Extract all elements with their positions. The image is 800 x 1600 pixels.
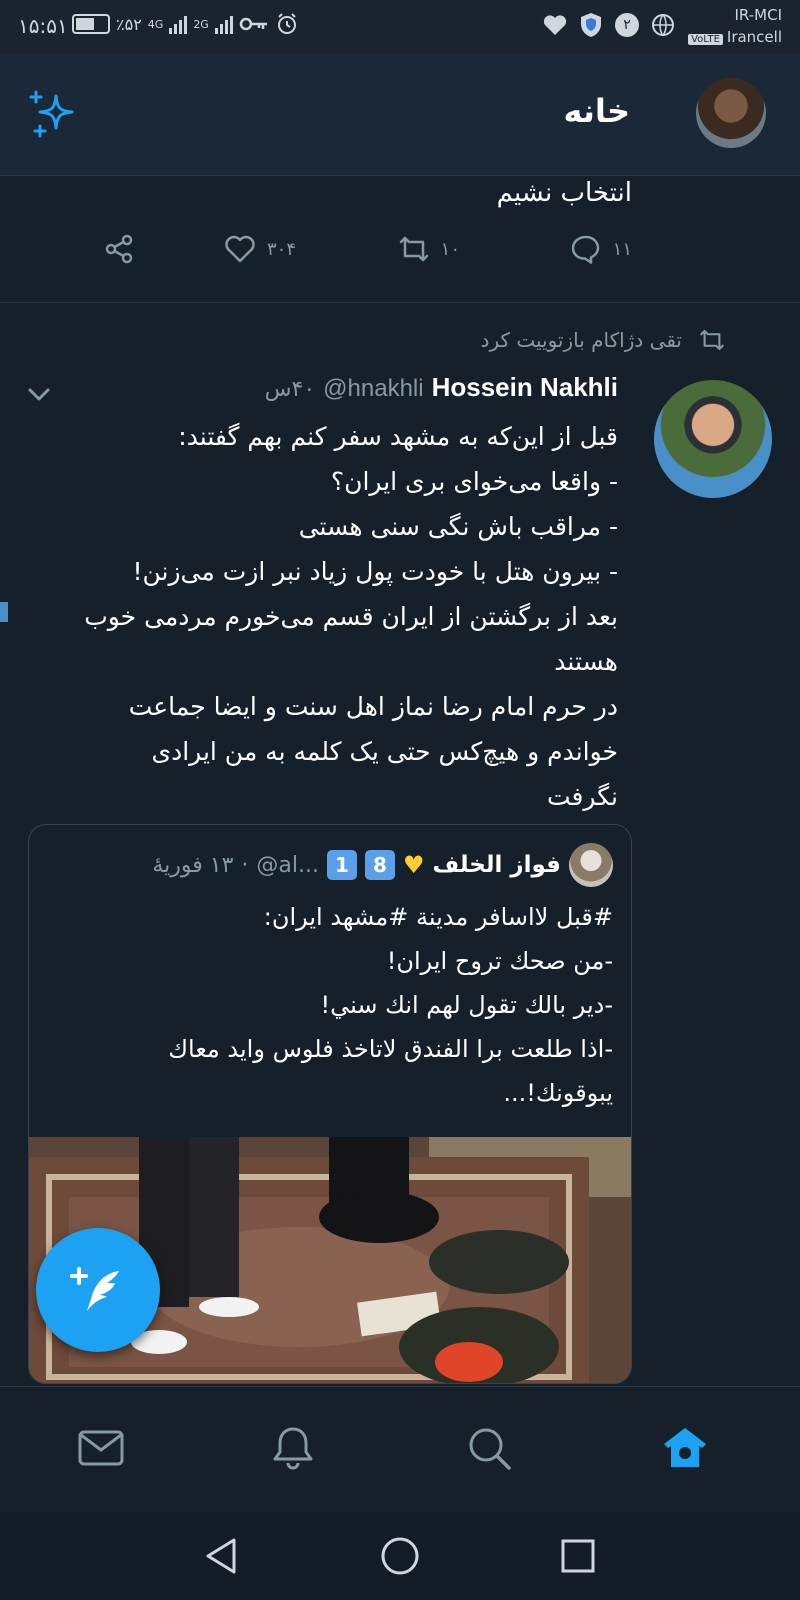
search-icon [469,1428,511,1470]
tweet-divider [0,302,800,303]
retweet-context[interactable]: تقی دژاکام بازتوییت کرد [480,328,724,352]
carrier-info: IR-MCI VoLTE Irancell [688,4,782,51]
share-icon [105,234,133,264]
sparkle-icon[interactable] [26,88,80,142]
android-nav-bar [0,1512,800,1600]
retweet-count: ۱۰ [440,238,460,260]
recents-icon [561,1539,595,1573]
tweet-line: در حرم امام رضا نماز اهل سنت و ایضا جماع… [128,692,618,721]
yellow-heart-icon: ♥ [402,851,425,879]
tweet-line: خواندم و هیچ‌کس حتی یک کلمه به من ایرادی [151,737,619,766]
author-handle[interactable]: @hnakhli [323,375,423,403]
compose-tweet-button[interactable] [36,1228,160,1352]
compose-tweet-icon [70,1267,119,1311]
tweet-line: - واقعا می‌خوای بری ایران؟ [330,467,618,496]
network-4g-label: 4G [147,17,164,31]
battery-icon [72,14,110,34]
reply-icon [571,235,599,264]
shield-icon [581,13,601,37]
status-left-icons: ٪۵۲ 4G 2G [72,12,299,36]
tweet-actions: ۱۱ ۱۰ ۳۰۴ [0,232,800,282]
bottom-tab-bar [0,1386,800,1512]
network-2g-label: 2G [193,17,209,31]
share-button[interactable] [102,232,136,266]
quote-line: -من صحك تروح ايران! [386,947,613,975]
like-count: ۳۰۴ [266,238,296,260]
reply-count: ۱۱ [612,238,632,260]
status-right-icons: ۲ [543,12,675,38]
carrier-top: IR-MCI [734,6,783,24]
author-name[interactable]: Hossein Nakhli [432,372,618,403]
nav-home-button[interactable] [378,1534,422,1578]
mail-icon [78,1430,124,1466]
chevron-down-icon[interactable] [24,380,54,410]
bell-icon [273,1427,313,1470]
tweet-time: ۴۰س [264,377,316,402]
tweet-line: نگرفت [546,782,618,811]
home-icon [664,1428,706,1467]
tweet-body: قبل از این‌که به مشهد سفر کنم بهم گفتند:… [18,414,618,819]
heart-status-icon [543,15,567,36]
battery-percent: ٪۵۲ [116,14,142,34]
alarm-icon [277,13,296,34]
tweet-line: - بیرون هتل با خودت پول زیاد نبر ازت می‌… [132,557,618,586]
page-title: خانه [563,92,631,130]
carrier-bottom: Irancell [726,28,782,46]
tab-messages[interactable] [76,1423,126,1473]
quote-line: يبوقونك!... [503,1079,613,1107]
nav-recents-button[interactable] [556,1534,600,1578]
nav-back-button[interactable] [200,1534,244,1578]
volte-badge: VoLTE [688,34,723,45]
tab-search[interactable] [464,1423,514,1473]
quote-line: -دير بالك تقول لهم انك سني! [320,991,614,1019]
quote-line: #قبل لااسافر مدينة #مشهد ايران: [263,903,613,931]
author-avatar[interactable] [654,380,772,498]
retweet-small-icon [700,329,724,351]
tweet-header: Hossein Nakhli @hnakhli ۴۰س [265,372,618,403]
reply-button[interactable]: ۱۱ [569,232,632,266]
quote-body: #قبل لااسافر مدينة #مشهد ايران: -من صحك … [43,895,613,1115]
quote-author-name: فواز الخلف [432,852,562,878]
quote-header: فواز الخلف ♥ 8 1 @al... · ۱۳ فوریهٔ [152,843,613,887]
home-circle-icon [381,1537,419,1575]
signal-icon [169,14,188,34]
key-icon [239,17,267,31]
status-bar: ۱۵:۵۱ ٪۵۲ 4G 2G ۲ IR-MCI VoLTE Irancell [0,0,800,54]
quote-author-avatar [569,843,613,887]
keycap-1-icon: 1 [326,850,357,880]
tweet-line: هستند [554,647,618,676]
retweet-button[interactable]: ۱۰ [397,232,460,266]
like-button[interactable]: ۳۰۴ [223,232,296,266]
status-time: ۱۵:۵۱ [18,14,68,38]
tweet-line: بعد از برگشتن از ایران قسم می‌خورم مردمی… [84,602,618,631]
tab-home[interactable] [660,1423,710,1473]
tweet-text-tail: انتخاب نشیم [496,178,632,208]
quote-line: -اذا طلعت برا الفندق لاتاخذ فلوس وايد مع… [168,1035,613,1063]
signal-2-icon [214,14,233,34]
notification-count-badge: ۲ [615,13,639,37]
top-header: خانه [0,54,800,176]
quote-handle: @al... [256,852,319,878]
tweet-line: - مراقب باش نگی سنی هستی [298,512,618,541]
profile-avatar[interactable] [696,78,766,148]
globe-icon [652,14,674,36]
tab-notifications[interactable] [268,1423,318,1473]
retweeted-by-label: تقی دژاکام بازتوییت کرد [480,328,682,352]
scroll-marker [0,602,8,622]
back-icon [206,1538,236,1574]
quote-date: ۱۳ فوریهٔ [152,852,234,878]
keycap-8-icon: 8 [364,850,395,880]
tweet-line: قبل از این‌که به مشهد سفر کنم بهم گفتند: [178,422,618,451]
heart-icon [225,235,255,263]
retweet-icon [399,236,428,262]
